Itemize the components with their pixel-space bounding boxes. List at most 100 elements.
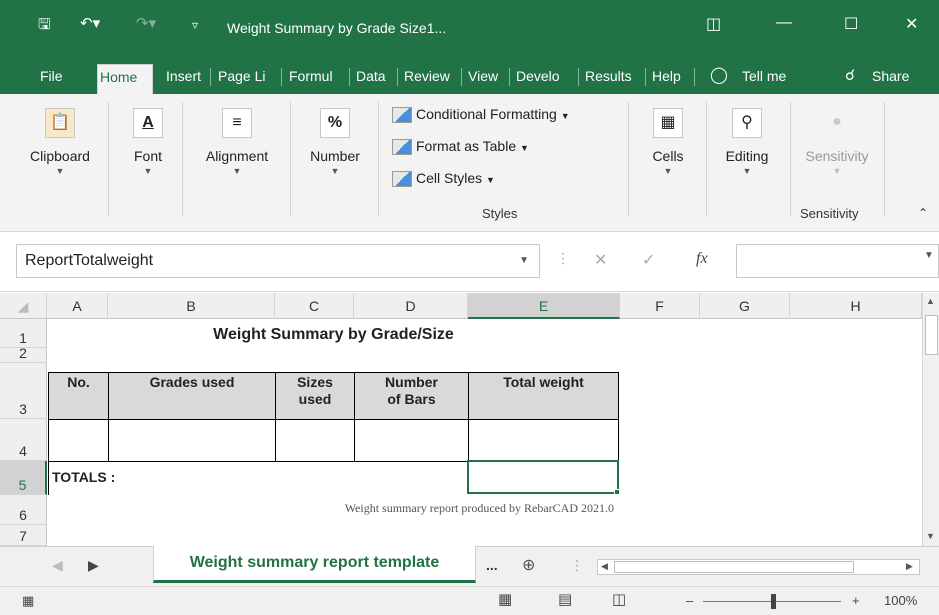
fill-handle[interactable] [614, 489, 620, 495]
column-header-a[interactable]: A [47, 293, 108, 319]
column-header-b[interactable]: B [108, 293, 275, 319]
close-icon[interactable]: ✕ [905, 14, 918, 34]
lightbulb-icon[interactable]: ◯ [708, 64, 730, 94]
sensitivity-button[interactable]: ● Sensitivity ▼ [794, 108, 880, 176]
previous-sheet-icon[interactable]: ◀ [52, 557, 63, 574]
expand-formula-bar-icon[interactable]: ▼ [924, 250, 934, 261]
page-layout-view-icon[interactable]: ▤ [558, 590, 572, 608]
cell-a4[interactable] [48, 419, 109, 462]
enter-icon[interactable]: ✓ [642, 250, 655, 270]
header-no[interactable]: No. [48, 372, 109, 420]
collapse-ribbon-icon[interactable]: ⌃ [918, 206, 928, 220]
cells-button[interactable]: ▦ Cells ▼ [640, 108, 696, 176]
row-header-5[interactable]: 5 [0, 461, 47, 495]
maximize-icon[interactable]: ☐ [844, 14, 858, 34]
font-button[interactable]: A Font ▼ [120, 108, 176, 176]
chevron-down-icon: ▼ [742, 166, 752, 176]
row-header-1[interactable]: 1 [0, 319, 47, 348]
tab-data[interactable]: Data [354, 64, 394, 94]
cell-c4[interactable] [275, 419, 355, 462]
editing-button[interactable]: ⚲ Editing ▼ [716, 108, 778, 176]
page-break-preview-icon[interactable]: ◫ [612, 590, 626, 608]
format-as-table-button[interactable]: Format as Table ▼ [392, 138, 529, 156]
zoom-level[interactable]: 100% [884, 593, 917, 608]
tab-review[interactable]: Review [402, 64, 458, 94]
ribbon-display-options-icon[interactable]: ◫ [706, 14, 721, 34]
tab-developer[interactable]: Develo [514, 64, 576, 94]
vertical-scroll-thumb[interactable] [925, 315, 938, 355]
cell-b4[interactable] [108, 419, 276, 462]
tab-split-handle-icon[interactable]: ⋮ [570, 557, 584, 574]
chevron-down-icon[interactable]: ▼ [519, 245, 529, 277]
scroll-left-icon[interactable]: ◀ [601, 561, 608, 572]
tab-file[interactable]: File [38, 64, 65, 94]
save-icon[interactable]: 🖫 [38, 14, 51, 39]
window-title: Weight Summary by Grade Size1... [227, 20, 447, 36]
report-footnote: Weight summary report produced by RebarC… [344, 501, 614, 515]
percent-icon: % [320, 108, 350, 138]
row-header-7[interactable]: 7 [0, 525, 47, 546]
normal-view-icon[interactable]: ▦ [498, 590, 512, 608]
share-icon[interactable]: ☌ [843, 64, 857, 94]
conditional-formatting-button[interactable]: Conditional Formatting ▼ [392, 106, 570, 124]
header-sizes-used[interactable]: Sizes used [275, 372, 355, 420]
chevron-down-icon: ▼ [232, 166, 242, 176]
select-all-corner[interactable]: ◢ [0, 293, 47, 319]
horizontal-scroll-thumb[interactable] [614, 561, 854, 573]
tell-me-search[interactable]: Tell me [740, 64, 788, 94]
tab-view[interactable]: View [466, 64, 506, 94]
name-box[interactable]: ReportTotalweight ▼ [16, 244, 540, 278]
tab-page-layout[interactable]: Page Li [216, 64, 278, 94]
worksheet-grid[interactable]: ◢ A B C D E F G H 1 2 3 4 5 6 7 Weight S… [0, 293, 939, 546]
row-header-3[interactable]: 3 [0, 363, 47, 419]
header-grades-used[interactable]: Grades used [108, 372, 276, 420]
row-header-4[interactable]: 4 [0, 419, 47, 461]
scroll-up-icon[interactable]: ▲ [926, 296, 935, 306]
insert-function-icon[interactable]: fx [696, 250, 708, 268]
tab-insert[interactable]: Insert [164, 64, 208, 94]
next-sheet-icon[interactable]: ▶ [88, 557, 99, 574]
number-button[interactable]: % Number ▼ [300, 108, 370, 176]
sensitivity-icon: ● [832, 113, 842, 130]
column-header-g[interactable]: G [700, 293, 790, 319]
tab-formulas[interactable]: Formul [287, 64, 347, 94]
tab-results[interactable]: Results [583, 64, 643, 94]
totals-label[interactable]: TOTALS : [52, 469, 115, 485]
column-header-h[interactable]: H [790, 293, 922, 319]
header-total-weight[interactable]: Total weight [468, 372, 619, 420]
column-header-e[interactable]: E [468, 293, 620, 319]
zoom-in-icon[interactable]: + [852, 593, 860, 608]
tab-help[interactable]: Help [650, 64, 690, 94]
redo-icon[interactable]: ↷▾ [136, 14, 156, 32]
sheet-tab-active[interactable]: Weight summary report template [153, 546, 476, 583]
tab-home[interactable]: Home [97, 64, 153, 94]
scroll-down-icon[interactable]: ▼ [926, 531, 935, 541]
row-header-2[interactable]: 2 [0, 345, 47, 363]
column-header-f[interactable]: F [620, 293, 700, 319]
add-sheet-icon[interactable]: ⊕ [522, 555, 535, 575]
minimize-icon[interactable]: — [776, 14, 792, 32]
formula-input[interactable] [736, 244, 939, 278]
cell-styles-button[interactable]: Cell Styles ▼ [392, 170, 495, 188]
row-header-6[interactable]: 6 [0, 495, 47, 525]
cancel-icon[interactable]: ✕ [594, 250, 607, 270]
horizontal-scrollbar[interactable]: ◀ ▶ [597, 559, 920, 575]
customize-toolbar-icon[interactable]: ▿ [192, 18, 198, 32]
macro-recording-icon[interactable]: ▦ [22, 593, 34, 609]
header-number-of-bars[interactable]: Number of Bars [354, 372, 469, 420]
more-options-icon[interactable]: ⋮ [556, 250, 570, 267]
zoom-out-icon[interactable]: – [686, 593, 693, 608]
scroll-right-icon[interactable]: ▶ [906, 561, 913, 572]
undo-icon[interactable]: ↶▾ [80, 14, 100, 32]
column-header-c[interactable]: C [275, 293, 354, 319]
selected-cell-e5[interactable] [467, 460, 619, 494]
clipboard-button[interactable]: 📋 Clipboard ▼ [18, 108, 102, 176]
alignment-button[interactable]: ≡ Alignment ▼ [194, 108, 280, 176]
more-sheets-button[interactable]: ... [486, 557, 498, 573]
share-button[interactable]: Share [870, 64, 911, 94]
cell-e4[interactable] [468, 419, 619, 462]
vertical-scrollbar[interactable]: ▲ ▼ [922, 293, 939, 546]
cell-d4[interactable] [354, 419, 469, 462]
column-header-d[interactable]: D [354, 293, 468, 319]
zoom-slider-thumb[interactable] [771, 594, 776, 609]
